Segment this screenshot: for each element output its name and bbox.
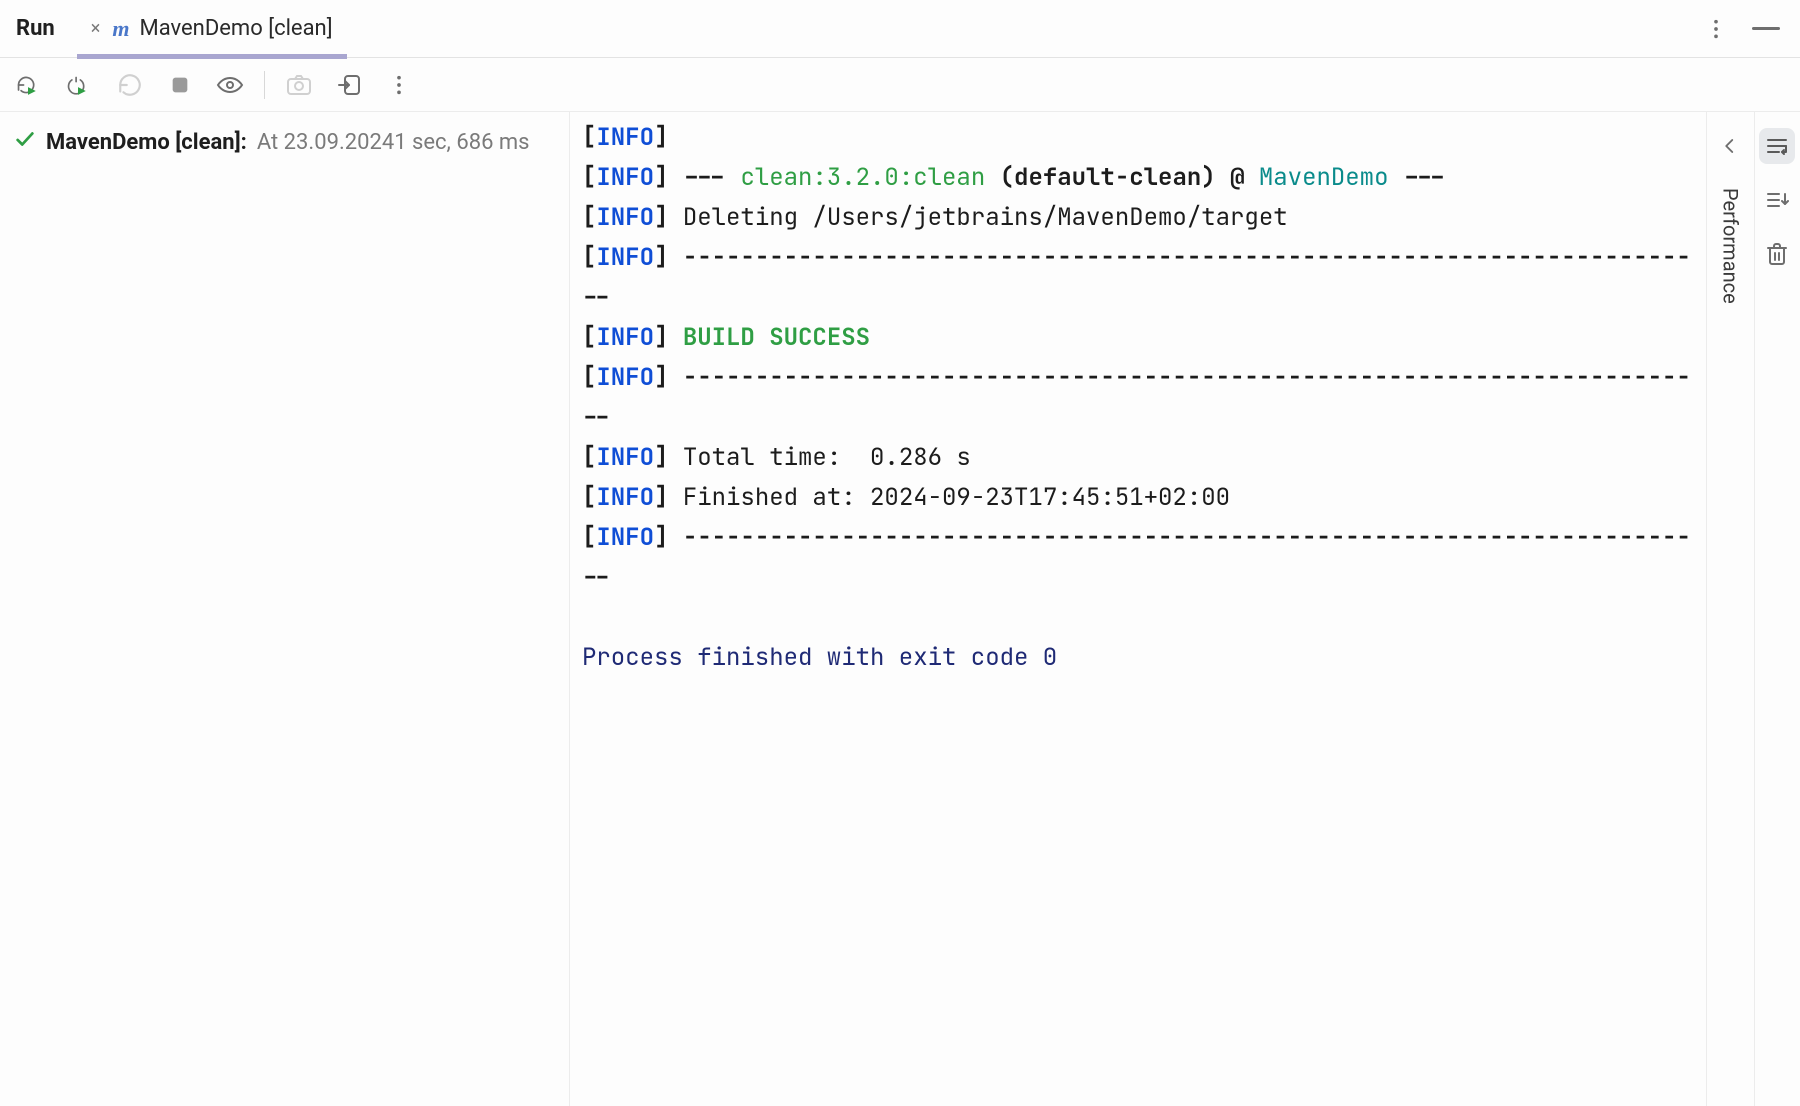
console-line: [INFO] Finished at: 2024-09-23T17:45:51+… — [582, 478, 1694, 518]
bracket: ] — [654, 322, 668, 353]
bold-text: (default-clean) — [1000, 162, 1216, 193]
rerun-failed-button[interactable] — [66, 71, 94, 99]
log-text: Total time: 0.286 s — [683, 442, 971, 473]
run-tab[interactable]: × m MavenDemo [clean] — [83, 0, 341, 58]
dash-line: ----------------------------------------… — [582, 242, 1691, 313]
project-name: MavenDemo — [1259, 162, 1389, 193]
run-config-meta: At 23.09.20241 sec, 686 ms — [257, 129, 530, 158]
console-line: [INFO] Deleting /Users/jetbrains/MavenDe… — [582, 198, 1694, 238]
dash-line: ----------------------------------------… — [582, 522, 1691, 593]
console-line: [INFO] ---------------------------------… — [582, 518, 1694, 598]
log-level-info: INFO — [596, 442, 654, 473]
right-gutter: Performance — [1706, 112, 1800, 1106]
console-line — [582, 598, 1694, 638]
console-line: [INFO] BUILD SUCCESS — [582, 318, 1694, 358]
bracket: ] — [654, 162, 668, 193]
log-level-info: INFO — [596, 482, 654, 513]
build-success: BUILD SUCCESS — [683, 322, 870, 353]
log-level-info: INFO — [596, 362, 654, 393]
console-line: [INFO] ---------------------------------… — [582, 238, 1694, 318]
hide-button[interactable] — [1752, 15, 1780, 43]
stop-button[interactable] — [166, 71, 194, 99]
console-line: [INFO] — [582, 118, 1694, 158]
exit-code-line: Process finished with exit code 0 — [582, 642, 1057, 673]
scroll-to-end-icon[interactable] — [1759, 182, 1795, 218]
run-tree-pane: MavenDemo [clean]: At 23.09.20241 sec, 6… — [0, 112, 570, 1106]
console-output[interactable]: [INFO][INFO] --- clean:3.2.0:clean (defa… — [570, 112, 1706, 1106]
maven-icon: m — [112, 18, 129, 40]
bold-text: @ — [1230, 162, 1244, 193]
log-level-info: INFO — [596, 522, 654, 553]
bracket: [ — [582, 322, 596, 353]
bracket: [ — [582, 162, 596, 193]
run-toolbar — [0, 58, 1800, 112]
bracket: ] — [654, 122, 668, 153]
rerun-button[interactable] — [16, 71, 44, 99]
screenshot-icon[interactable] — [285, 71, 313, 99]
rerun-disabled-button — [116, 71, 144, 99]
maven-goal: clean:3.2.0:clean — [740, 162, 985, 193]
bracket: ] — [654, 522, 668, 553]
bracket: [ — [582, 242, 596, 273]
exit-icon[interactable] — [335, 71, 363, 99]
show-hide-button[interactable] — [216, 71, 244, 99]
log-level-info: INFO — [596, 242, 654, 273]
bracket: [ — [582, 362, 596, 393]
more-icon[interactable] — [385, 71, 413, 99]
performance-tab[interactable]: Performance — [1718, 182, 1742, 304]
bracket: ] — [654, 362, 668, 393]
dash: --- — [683, 162, 726, 193]
bracket: [ — [582, 482, 596, 513]
dash: --- — [1403, 162, 1446, 193]
kebab-menu-icon[interactable] — [1702, 15, 1730, 43]
run-config-name: MavenDemo [clean]: — [46, 129, 247, 158]
close-icon[interactable]: × — [91, 20, 101, 38]
console-line: Process finished with exit code 0 — [582, 638, 1694, 678]
log-level-info: INFO — [596, 162, 654, 193]
log-level-info: INFO — [596, 322, 654, 353]
bracket: [ — [582, 522, 596, 553]
console-line: [INFO] --- clean:3.2.0:clean (default-cl… — [582, 158, 1694, 198]
log-text: Deleting /Users/jetbrains/MavenDemo/targ… — [683, 202, 1288, 233]
chevron-left-icon[interactable] — [1712, 128, 1748, 164]
console-line: [INFO] ---------------------------------… — [582, 358, 1694, 438]
bracket: [ — [582, 202, 596, 233]
check-icon — [14, 128, 36, 159]
bracket: ] — [654, 482, 668, 513]
tool-window-title: Run — [12, 16, 55, 41]
bracket: [ — [582, 122, 596, 153]
toolbar-divider — [264, 71, 265, 99]
log-text: Finished at: 2024-09-23T17:45:51+02:00 — [683, 482, 1230, 513]
trash-icon[interactable] — [1759, 236, 1795, 272]
bracket: ] — [654, 242, 668, 273]
dash-line: ----------------------------------------… — [582, 362, 1691, 433]
run-tab-title: MavenDemo [clean] — [139, 16, 332, 41]
console-line: [INFO] Total time: 0.286 s — [582, 438, 1694, 478]
bracket: ] — [654, 202, 668, 233]
bracket: [ — [582, 442, 596, 473]
log-level-info: INFO — [596, 202, 654, 233]
run-tree-row[interactable]: MavenDemo [clean]: At 23.09.20241 sec, 6… — [14, 124, 555, 163]
bracket: ] — [654, 442, 668, 473]
tool-window-header: Run × m MavenDemo [clean] — [0, 0, 1800, 58]
log-level-info: INFO — [596, 122, 654, 153]
soft-wrap-icon[interactable] — [1759, 128, 1795, 164]
